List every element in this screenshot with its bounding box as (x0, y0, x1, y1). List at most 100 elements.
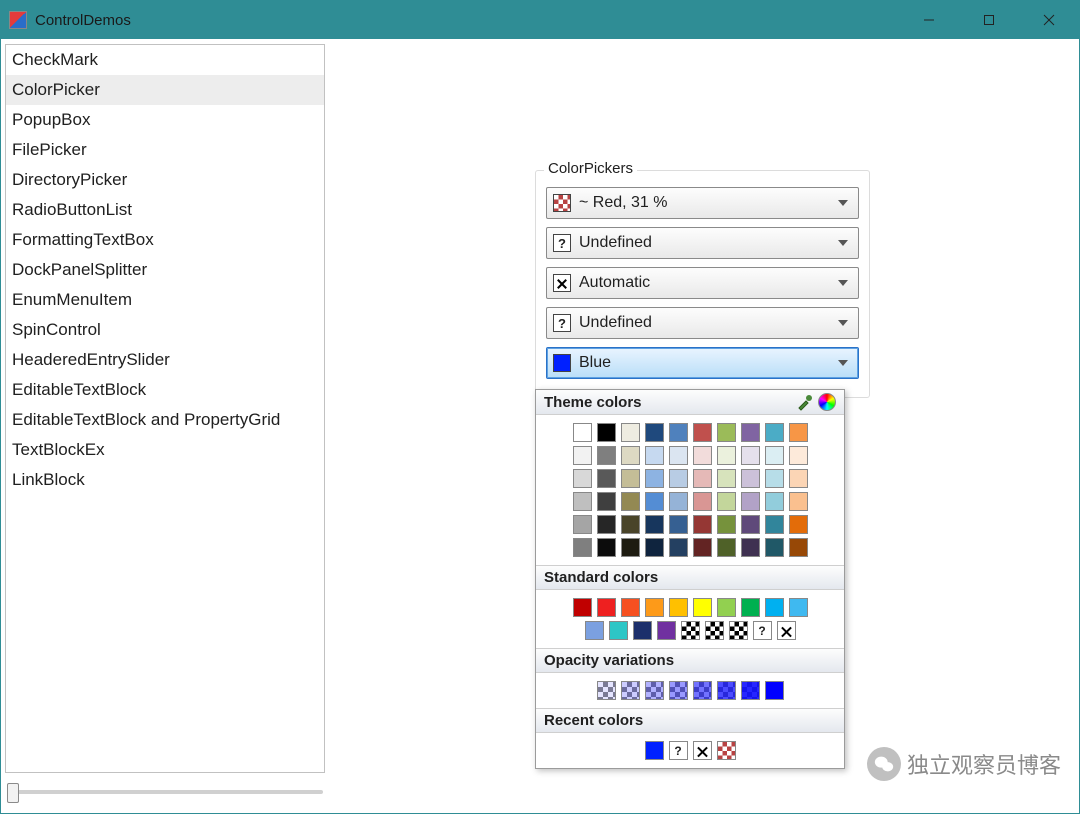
color-swatch[interactable] (609, 621, 628, 640)
color-swatch[interactable] (633, 621, 652, 640)
color-swatch[interactable] (645, 741, 664, 760)
slider-thumb[interactable] (7, 783, 19, 803)
list-item[interactable]: DockPanelSplitter (6, 255, 324, 285)
demo-listbox[interactable]: CheckMarkColorPickerPopupBoxFilePickerDi… (5, 44, 325, 773)
automatic-swatch[interactable] (693, 741, 712, 760)
automatic-swatch[interactable] (777, 621, 796, 640)
color-swatch[interactable] (693, 423, 712, 442)
color-swatch[interactable] (669, 515, 688, 534)
color-swatch[interactable] (573, 446, 592, 465)
opacity-swatch[interactable] (765, 681, 784, 700)
color-swatch[interactable] (789, 446, 808, 465)
color-swatch[interactable] (717, 446, 736, 465)
color-swatch[interactable] (717, 469, 736, 488)
color-swatch[interactable] (741, 446, 760, 465)
list-item[interactable]: EditableTextBlock (6, 375, 324, 405)
color-swatch[interactable] (741, 515, 760, 534)
color-swatch[interactable] (597, 515, 616, 534)
color-swatch[interactable] (597, 492, 616, 511)
color-swatch[interactable] (573, 538, 592, 557)
color-swatch[interactable] (573, 469, 592, 488)
color-swatch[interactable] (765, 538, 784, 557)
color-swatch[interactable] (693, 598, 712, 617)
close-button[interactable] (1019, 1, 1079, 39)
color-swatch[interactable] (573, 598, 592, 617)
recent-swatch[interactable] (717, 741, 736, 760)
color-swatch[interactable] (645, 492, 664, 511)
list-item[interactable]: RadioButtonList (6, 195, 324, 225)
list-item[interactable]: FormattingTextBox (6, 225, 324, 255)
color-wheel-icon[interactable] (818, 393, 836, 411)
color-swatch[interactable] (621, 446, 640, 465)
color-swatch[interactable] (765, 492, 784, 511)
color-swatch[interactable] (621, 515, 640, 534)
color-swatch[interactable] (789, 492, 808, 511)
color-swatch[interactable] (669, 538, 688, 557)
list-item[interactable]: ColorPicker (6, 75, 324, 105)
color-combo[interactable]: Automatic (546, 267, 859, 299)
opacity-swatch[interactable] (597, 681, 616, 700)
transparent-swatch[interactable] (681, 621, 700, 640)
color-swatch[interactable] (789, 598, 808, 617)
color-swatch[interactable] (573, 515, 592, 534)
color-swatch[interactable] (693, 446, 712, 465)
color-swatch[interactable] (597, 469, 616, 488)
undefined-swatch[interactable]: ? (669, 741, 688, 760)
transparent-swatch[interactable] (705, 621, 724, 640)
color-swatch[interactable] (717, 423, 736, 442)
color-swatch[interactable] (741, 469, 760, 488)
list-item[interactable]: DirectoryPicker (6, 165, 324, 195)
color-swatch[interactable] (765, 598, 784, 617)
list-item[interactable]: TextBlockEx (6, 435, 324, 465)
list-item[interactable]: CheckMark (6, 45, 324, 75)
color-swatch[interactable] (717, 515, 736, 534)
color-swatch[interactable] (645, 423, 664, 442)
color-swatch[interactable] (717, 538, 736, 557)
color-swatch[interactable] (597, 446, 616, 465)
color-swatch[interactable] (789, 423, 808, 442)
list-item[interactable]: HeaderedEntrySlider (6, 345, 324, 375)
color-swatch[interactable] (693, 469, 712, 488)
color-swatch[interactable] (621, 538, 640, 557)
opacity-swatch[interactable] (645, 681, 664, 700)
color-swatch[interactable] (657, 621, 676, 640)
color-swatch[interactable] (669, 469, 688, 488)
color-swatch[interactable] (669, 598, 688, 617)
color-swatch[interactable] (765, 423, 784, 442)
list-item[interactable]: PopupBox (6, 105, 324, 135)
color-swatch[interactable] (645, 515, 664, 534)
opacity-swatch[interactable] (621, 681, 640, 700)
opacity-swatch[interactable] (693, 681, 712, 700)
color-swatch[interactable] (741, 492, 760, 511)
color-swatch[interactable] (573, 423, 592, 442)
color-combo[interactable]: Blue (546, 347, 859, 379)
maximize-button[interactable] (959, 1, 1019, 39)
color-swatch[interactable] (669, 423, 688, 442)
color-swatch[interactable] (621, 423, 640, 442)
color-swatch[interactable] (693, 515, 712, 534)
eyedropper-icon[interactable] (796, 393, 814, 411)
color-combo[interactable]: ?Undefined (546, 227, 859, 259)
color-swatch[interactable] (597, 538, 616, 557)
color-swatch[interactable] (693, 538, 712, 557)
color-swatch[interactable] (585, 621, 604, 640)
color-swatch[interactable] (645, 469, 664, 488)
color-swatch[interactable] (717, 598, 736, 617)
sidebar-slider[interactable] (5, 779, 325, 805)
list-item[interactable]: SpinControl (6, 315, 324, 345)
undefined-swatch[interactable]: ? (753, 621, 772, 640)
color-combo[interactable]: ?Undefined (546, 307, 859, 339)
color-swatch[interactable] (645, 598, 664, 617)
color-swatch[interactable] (741, 423, 760, 442)
color-swatch[interactable] (765, 469, 784, 488)
color-combo[interactable]: ~ Red, 31 % (546, 187, 859, 219)
color-swatch[interactable] (789, 469, 808, 488)
color-swatch[interactable] (669, 492, 688, 511)
color-swatch[interactable] (573, 492, 592, 511)
color-swatch[interactable] (741, 538, 760, 557)
list-item[interactable]: FilePicker (6, 135, 324, 165)
color-swatch[interactable] (765, 515, 784, 534)
color-swatch[interactable] (645, 446, 664, 465)
color-swatch[interactable] (693, 492, 712, 511)
list-item[interactable]: EnumMenuItem (6, 285, 324, 315)
